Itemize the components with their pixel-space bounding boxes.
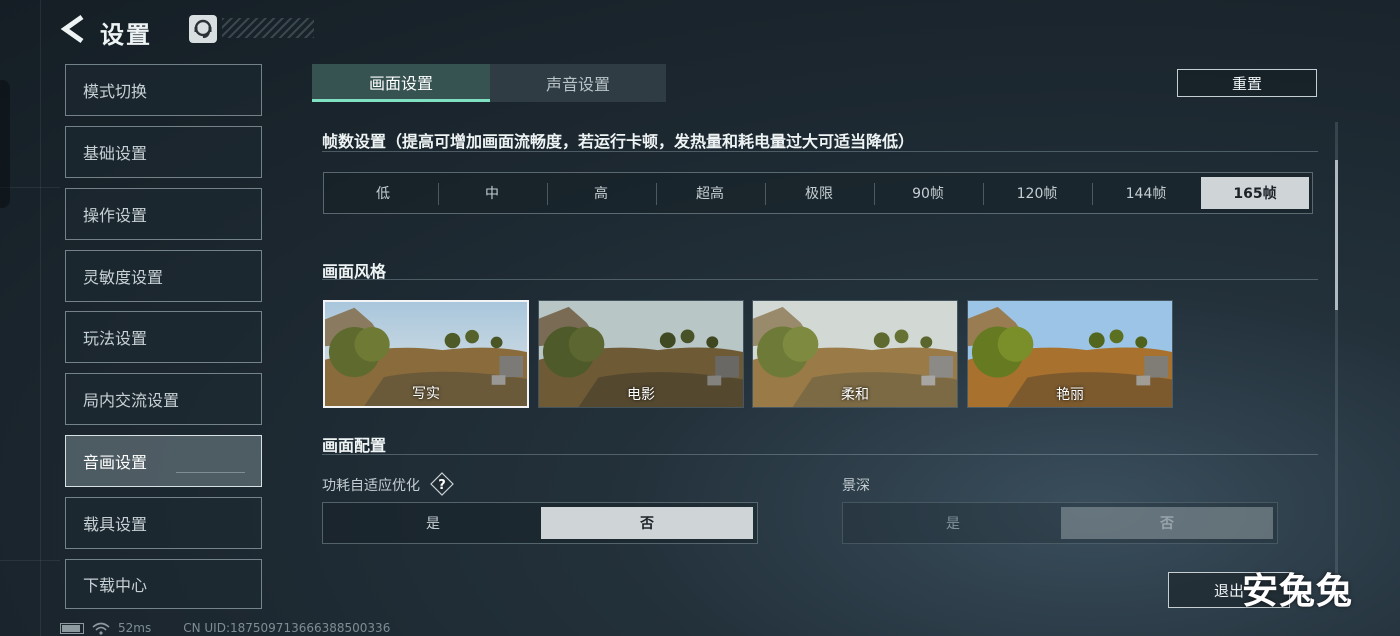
sidebar-item-gameplay[interactable]: 玩法设置 (65, 311, 262, 363)
sidebar-item-label: 音画设置 (83, 453, 148, 472)
fps-option-90[interactable]: 90帧 (874, 177, 982, 209)
style-option-soft[interactable]: 柔和 (752, 300, 958, 408)
divider (322, 151, 1318, 152)
power-adaptive-no[interactable]: 否 (541, 507, 753, 539)
sidebar-item-vehicle[interactable]: 载具设置 (65, 497, 262, 549)
sidebar-item-label: 局内交流设置 (83, 391, 180, 410)
header-decoration (222, 18, 314, 38)
fps-option-low[interactable]: 低 (329, 177, 437, 209)
fps-option-extreme[interactable]: 极限 (765, 177, 873, 209)
sidebar-item-controls[interactable]: 操作设置 (65, 188, 262, 240)
left-edge-handle (0, 80, 10, 208)
frame-rate-title: 帧数设置（提高可增加画面流畅度，若运行卡顿，发热量和耗电量过大可适当降低） (322, 132, 915, 151)
power-adaptive-yes[interactable]: 是 (327, 507, 539, 539)
frame-rate-selector: 低 中 高 超高 极限 90帧 120帧 144帧 165帧 (323, 172, 1313, 214)
style-option-vivid[interactable]: 艳丽 (967, 300, 1173, 408)
question-mark-icon[interactable]: ? (430, 472, 454, 496)
sidebar-item-downloads[interactable]: 下载中心 (65, 559, 262, 609)
fps-option-144[interactable]: 144帧 (1092, 177, 1200, 209)
sidebar-item-label: 灵敏度设置 (83, 268, 164, 287)
grid-line (0, 560, 60, 561)
style-label: 艳丽 (1056, 387, 1084, 403)
wifi-icon (92, 622, 110, 635)
sidebar-item-basic-settings[interactable]: 基础设置 (65, 126, 262, 178)
ping-value: 52ms (118, 621, 152, 635)
battery-fill (62, 624, 80, 632)
fps-option-165[interactable]: 165帧 (1201, 177, 1309, 209)
fps-option-ultra[interactable]: 超高 (656, 177, 764, 209)
sidebar-item-audio-visual[interactable]: 音画设置 (65, 435, 262, 487)
power-adaptive-toggle: 是 否 (322, 502, 758, 544)
customer-service-icon[interactable] (189, 15, 217, 43)
status-bar: 52ms CN UID:18750971366638850033​6 (60, 621, 390, 635)
divider (322, 279, 1318, 280)
grid-line (40, 0, 41, 636)
tab-label: 画面设置 (368, 73, 433, 93)
style-option-cinematic[interactable]: 电影 (538, 300, 744, 408)
sidebar-item-label: 玩法设置 (83, 329, 148, 348)
fps-option-120[interactable]: 120帧 (983, 177, 1091, 209)
sidebar-item-label: 操作设置 (83, 206, 148, 225)
sidebar-item-label: 模式切换 (83, 82, 148, 101)
sidebar-item-label: 下载中心 (83, 576, 148, 595)
power-adaptive-label: 功耗自适应优化 (322, 478, 420, 494)
depth-of-field-yes[interactable]: 是 (847, 507, 1059, 539)
battery-icon (60, 622, 84, 634)
scrollbar-thumb[interactable] (1335, 160, 1338, 310)
style-label: 柔和 (841, 387, 869, 403)
depth-of-field-toggle: 是 否 (842, 502, 1278, 544)
svg-text:?: ? (438, 478, 446, 493)
exit-label: 退出 (1213, 581, 1244, 600)
sidebar-item-label: 基础设置 (83, 144, 148, 163)
sidebar-item-label: 载具设置 (83, 515, 148, 534)
fps-option-high[interactable]: 高 (547, 177, 655, 209)
style-label: 电影 (627, 387, 655, 403)
style-label: 写实 (412, 386, 440, 402)
graphics-config-title: 画面配置 (322, 436, 387, 455)
sidebar-item-mode-switch[interactable]: 模式切换 (65, 64, 262, 116)
tab-sound-settings[interactable]: 声音设置 (490, 64, 666, 102)
sidebar-item-sensitivity[interactable]: 灵敏度设置 (65, 250, 262, 302)
divider (322, 454, 1318, 455)
fps-option-medium[interactable]: 中 (438, 177, 546, 209)
reset-button[interactable]: 重置 (1177, 69, 1317, 97)
page-title: 设置 (100, 21, 152, 49)
uid-text: CN UID:18750971366638850033​6 (183, 621, 391, 635)
back-arrow-icon (60, 14, 84, 44)
back-button[interactable] (60, 14, 90, 46)
tab-visual-settings[interactable]: 画面设置 (312, 64, 490, 102)
depth-of-field-no[interactable]: 否 (1061, 507, 1273, 539)
tab-label: 声音设置 (545, 75, 610, 94)
style-option-realistic[interactable]: 写实 (323, 300, 529, 408)
sidebar-item-communication[interactable]: 局内交流设置 (65, 373, 262, 425)
watermark: 安兔兔 (1242, 571, 1354, 612)
depth-of-field-label: 景深 (842, 478, 870, 494)
